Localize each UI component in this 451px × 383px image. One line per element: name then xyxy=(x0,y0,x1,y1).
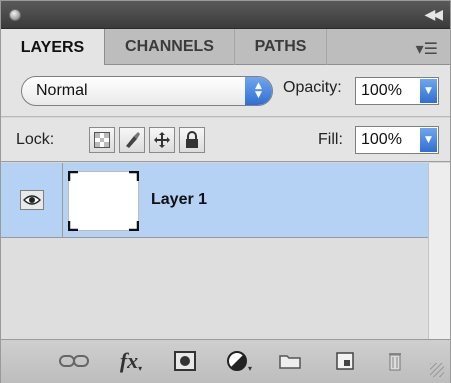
layer-mask-button[interactable] xyxy=(171,348,199,374)
layer-row[interactable]: Layer 1 xyxy=(1,163,428,238)
new-layer-icon xyxy=(336,352,354,370)
tab-label: LAYERS xyxy=(20,38,85,56)
lock-label: Lock: xyxy=(16,131,55,148)
layers-panel: ◀◀ LAYERS CHANNELS PATHS ▾☰ Normal ▲ ▼ Op… xyxy=(0,0,451,383)
resize-grip-icon[interactable] xyxy=(430,363,444,377)
scrollbar-track[interactable] xyxy=(428,163,450,339)
lock-image-pixels-icon xyxy=(126,132,140,148)
lock-position-icon xyxy=(154,132,170,148)
fill-value: 100% xyxy=(361,131,402,148)
lock-image-pixels-button[interactable] xyxy=(119,127,145,153)
new-group-folder-icon xyxy=(279,355,301,369)
fill-field[interactable]: 100% ▼ xyxy=(355,126,439,154)
lock-fill-row: Lock: Fill: 100% ▼ xyxy=(1,118,450,162)
double-chevron-left-icon[interactable]: ◀◀ xyxy=(424,7,442,23)
lock-all-icon xyxy=(186,131,198,148)
chevron-down-icon[interactable]: ▼ xyxy=(420,128,437,152)
visibility-toggle[interactable] xyxy=(20,190,44,210)
layers-empty-space xyxy=(1,239,428,339)
layer-name[interactable]: Layer 1 xyxy=(151,191,207,209)
lock-position-button[interactable] xyxy=(149,127,175,153)
opacity-value: 100% xyxy=(361,82,402,99)
tab-label: CHANNELS xyxy=(125,38,214,55)
lock-transparent-pixels-button[interactable] xyxy=(89,127,115,153)
panel-menu-icon[interactable]: ▾☰ xyxy=(416,39,438,58)
eye-icon xyxy=(23,195,41,205)
layer-style-button[interactable]: fx ▾ xyxy=(113,348,149,374)
lock-transparent-pixels-icon xyxy=(94,132,110,148)
trash-icon xyxy=(389,353,401,371)
link-layers-button[interactable] xyxy=(57,348,91,374)
visibility-cell xyxy=(1,163,63,237)
blend-mode-value: Normal xyxy=(36,82,88,99)
adjustment-layer-icon xyxy=(226,351,247,371)
layers-list: Layer 1 xyxy=(1,163,450,339)
link-layers-icon xyxy=(59,355,89,367)
delete-layer-button[interactable] xyxy=(381,348,409,374)
updown-arrows-icon: ▲ ▼ xyxy=(245,77,272,105)
layer-mask-icon xyxy=(174,351,196,371)
tab-label: PATHS xyxy=(254,38,307,55)
layer-style-fx-icon: fx xyxy=(119,348,139,373)
opacity-label: Opacity: xyxy=(283,79,342,96)
panel-tabbar: LAYERS CHANNELS PATHS ▾☰ xyxy=(1,29,450,66)
blend-opacity-row: Normal ▲ ▼ Opacity: 100% ▼ xyxy=(1,65,450,117)
panel-titlebar: ◀◀ xyxy=(1,1,450,29)
tab-paths[interactable]: PATHS xyxy=(235,29,327,65)
new-group-button[interactable] xyxy=(275,348,305,374)
caret-icon: ▾ xyxy=(247,363,252,373)
tab-channels[interactable]: CHANNELS xyxy=(105,29,235,65)
opacity-field[interactable]: 100% ▼ xyxy=(355,77,439,105)
thumbnail-selection-corners xyxy=(68,171,139,231)
tab-layers[interactable]: LAYERS xyxy=(1,29,105,66)
blend-mode-select[interactable]: Normal ▲ ▼ xyxy=(21,76,273,106)
close-icon[interactable] xyxy=(9,9,21,21)
layers-bottom-toolbar: fx ▾ ▾ xyxy=(1,339,450,383)
layer-thumbnail[interactable] xyxy=(68,171,139,231)
new-layer-button[interactable] xyxy=(331,348,359,374)
fill-label: Fill: xyxy=(318,131,343,148)
lock-all-button[interactable] xyxy=(179,127,205,153)
chevron-down-icon[interactable]: ▼ xyxy=(420,79,437,103)
adjustment-layer-button[interactable]: ▾ xyxy=(221,348,257,374)
caret-icon: ▾ xyxy=(138,363,143,373)
